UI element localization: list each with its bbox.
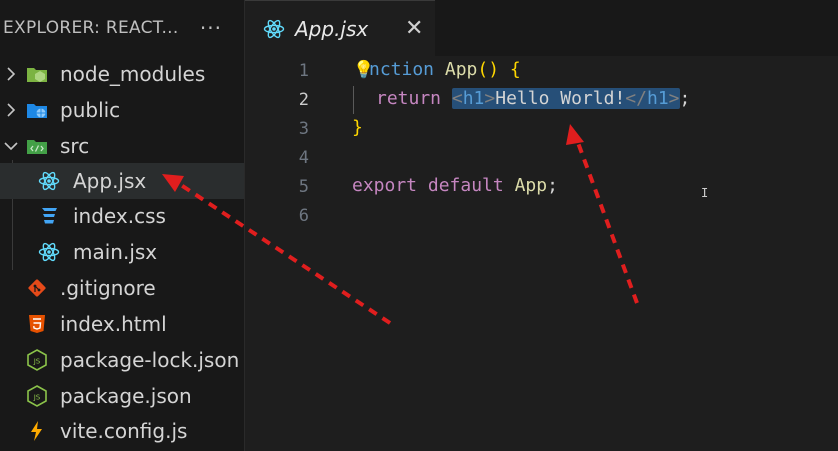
function-name: App: [444, 59, 478, 80]
brace: {: [509, 59, 521, 80]
chevron-right-icon: [4, 64, 18, 84]
tag-bracket: <: [451, 88, 463, 109]
tag-name: h1: [462, 88, 485, 109]
code-line-1: nction App() {: [369, 59, 521, 80]
nodejs-icon: JS: [26, 385, 48, 407]
chevron-down-icon: [4, 136, 18, 156]
identifier: App: [514, 175, 548, 196]
line-number: 1: [298, 61, 309, 81]
brace: }: [352, 117, 363, 138]
semicolon: ;: [679, 88, 691, 109]
jsx-text: Hello World!: [495, 88, 626, 109]
tree-item-package-json[interactable]: JS package.json: [0, 378, 244, 414]
keyword: nction: [369, 59, 435, 80]
tab-app-jsx[interactable]: App.jsx ✕: [245, 0, 435, 56]
semicolon: ;: [547, 175, 558, 196]
close-icon[interactable]: ✕: [405, 16, 423, 41]
selected-jsx: <h1>Hello World!</h1>: [451, 88, 680, 109]
tree-item-app-jsx[interactable]: App.jsx: [0, 163, 244, 199]
tree-item-index-css[interactable]: index.css: [0, 198, 244, 234]
code-line-5: export default App;: [352, 175, 558, 196]
tag-bracket: >: [484, 88, 496, 109]
tree-item-public[interactable]: public: [0, 92, 244, 128]
css-icon: [38, 205, 60, 227]
git-icon: [26, 277, 48, 299]
tree-item-label: App.jsx: [73, 169, 147, 193]
keyword: export: [352, 175, 418, 196]
tree-item-label: src: [60, 134, 90, 158]
tree-item-label: public: [60, 98, 121, 122]
tree-item-node-modules[interactable]: node_modules: [0, 56, 244, 92]
tree-item-package-lock-json[interactable]: JS package-lock.json: [0, 342, 244, 378]
tree-item-label: .gitignore: [60, 276, 156, 300]
more-actions-icon[interactable]: ···: [200, 16, 222, 40]
tree-item-main-jsx[interactable]: main.jsx: [0, 234, 244, 270]
nodejs-icon: JS: [26, 349, 48, 371]
indent-guide: [353, 86, 354, 114]
tree-item-src[interactable]: src: [0, 128, 244, 164]
code-line-3: }: [352, 117, 363, 138]
tab-label: App.jsx: [295, 16, 369, 41]
keyword: default: [427, 175, 504, 196]
svg-text:JS: JS: [33, 358, 41, 366]
line-number: 3: [298, 119, 309, 139]
react-icon: [38, 241, 60, 263]
tree-item-index-html[interactable]: index.html: [0, 306, 244, 342]
tree-item-label: index.html: [60, 312, 167, 336]
explorer-header: EXPLORER: REACT... ···: [0, 0, 244, 56]
line-number: 5: [298, 177, 309, 197]
code-editor[interactable]: 1 2 3 4 5 6 💡 nction App() { return <h1>…: [245, 56, 838, 451]
code-line-2: return <h1>Hello World!</h1>;: [376, 88, 690, 109]
html-icon: [26, 313, 48, 335]
react-icon: [38, 170, 60, 192]
tag-bracket: >: [668, 88, 680, 109]
explorer-sidebar: EXPLORER: REACT... ··· node_modules publ…: [0, 0, 245, 451]
tree-item-gitignore[interactable]: .gitignore: [0, 270, 244, 306]
keyword: return: [376, 88, 442, 109]
line-number: 2: [298, 90, 309, 110]
src-folder-icon: [26, 135, 48, 157]
tree-item-label: package.json: [60, 384, 192, 408]
tag-bracket: </: [625, 88, 647, 109]
tree-item-label: package-lock.json: [60, 348, 240, 372]
line-number: 6: [298, 206, 309, 226]
globe-folder-icon: [26, 99, 48, 121]
svg-text:JS: JS: [33, 394, 41, 402]
tree-item-label: main.jsx: [73, 240, 158, 264]
tree-item-label: vite.config.js: [60, 419, 188, 443]
editor-tab-bar: App.jsx ✕: [245, 0, 838, 56]
paren: (): [477, 59, 500, 80]
tree-item-vite-config-js[interactable]: vite.config.js: [0, 413, 244, 449]
react-icon: [263, 18, 285, 40]
lightning-icon: [26, 420, 48, 442]
tree-item-label: node_modules: [60, 62, 206, 86]
node-folder-icon: [26, 63, 48, 85]
tree-item-label: index.css: [73, 204, 166, 228]
line-number: 4: [298, 148, 309, 168]
tag-name: h1: [646, 88, 669, 109]
explorer-title: EXPLORER: REACT...: [3, 18, 179, 38]
text-cursor-icon: I: [701, 186, 709, 200]
chevron-right-icon: [4, 100, 18, 120]
